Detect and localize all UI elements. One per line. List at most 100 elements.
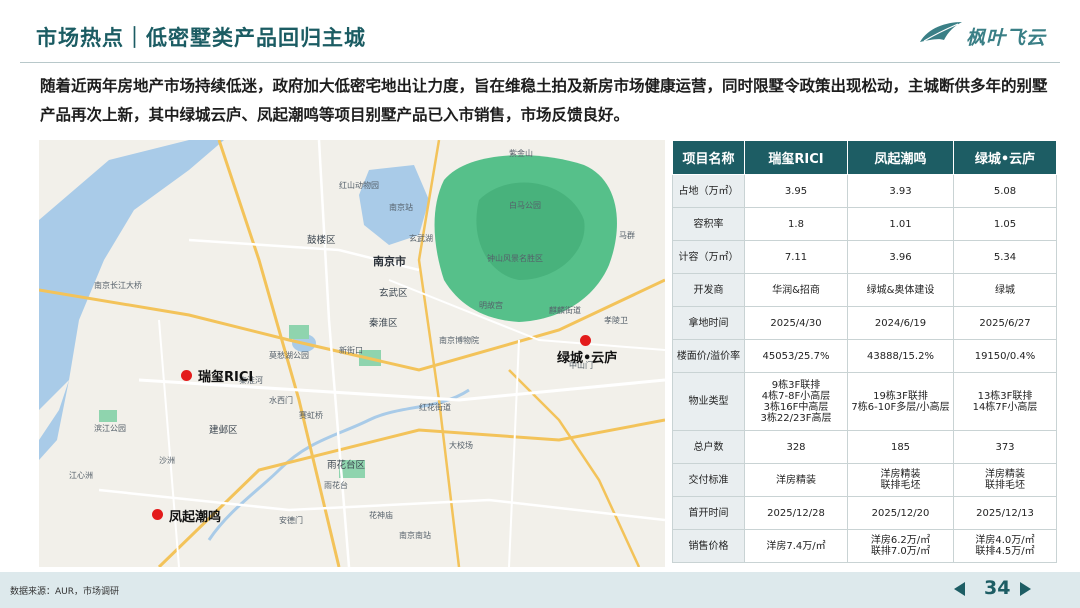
page-title: 市场热点｜低密墅类产品回归主城 bbox=[36, 26, 366, 50]
table-row-label: 总户数 bbox=[672, 430, 745, 464]
table-row: 计容（万㎡） 7.11 3.96 5.34 bbox=[672, 240, 1057, 274]
map-label-changjiang-bridge: 南京长江大桥 bbox=[94, 281, 142, 290]
table-cell: 绿城 bbox=[953, 273, 1057, 307]
table-row: 首开时间 2025/12/28 2025/12/20 2025/12/13 bbox=[672, 496, 1057, 530]
table-cell-line: 45053/25.7% bbox=[762, 350, 830, 362]
table-cell: 1.01 bbox=[847, 207, 954, 241]
table-cell-line: 联排毛坯 bbox=[880, 480, 921, 491]
map-label-xiaolingwei: 孝陵卫 bbox=[604, 316, 628, 325]
project-comparison-table: 项目名称 瑞玺RICI 凤起潮鸣 绿城•云庐 占地（万㎡） 3.95 3.93 5.0… bbox=[672, 140, 1057, 563]
map-label-gulou: 鼓楼区 bbox=[307, 235, 336, 246]
map-label-yuhua-park: 雨花台 bbox=[324, 481, 348, 490]
table-cell-line: 5.34 bbox=[993, 251, 1017, 263]
table-cell: 19栋3F联排 7栋6-10F多层/小高层 bbox=[847, 372, 954, 431]
table-cell-line: 2025/4/30 bbox=[770, 317, 822, 329]
table-cell-line: 3.93 bbox=[889, 185, 912, 197]
table-cell: 洋房精装 联排毛坯 bbox=[953, 463, 1057, 497]
table-row-label: 销售价格 bbox=[672, 529, 745, 563]
map-label-zhongshan: 钟山风景名胜区 bbox=[487, 254, 543, 263]
table-cell-line: 1.01 bbox=[889, 218, 912, 230]
table-row: 占地（万㎡） 3.95 3.93 5.08 bbox=[672, 174, 1057, 208]
table-cell-line: 7.11 bbox=[784, 251, 808, 263]
table-cell-line: 2024/6/19 bbox=[874, 317, 927, 329]
table-row-label: 首开时间 bbox=[672, 496, 745, 530]
table-header-row: 项目名称 瑞玺RICI 凤起潮鸣 绿城•云庐 bbox=[672, 140, 1057, 175]
table-cell: 2025/6/27 bbox=[953, 306, 1057, 340]
map-pin-label-fengqi: 凤起潮鸣 bbox=[169, 510, 222, 525]
table-cell: 5.34 bbox=[953, 240, 1057, 274]
table-row: 容积率 1.8 1.01 1.05 bbox=[672, 207, 1057, 241]
table-cell-line: 43888/15.2% bbox=[867, 350, 934, 362]
map-label-mochou: 莫愁湖公园 bbox=[269, 351, 309, 360]
table-cell-line: 14栋7F小高层 bbox=[972, 401, 1038, 413]
table-header-cell: 项目名称 bbox=[672, 140, 745, 175]
map-label-shazhou: 沙洲 bbox=[159, 456, 175, 465]
table-cell: 2025/12/13 bbox=[953, 496, 1057, 530]
map-label-nanjing-station: 南京站 bbox=[389, 203, 413, 212]
table-cell-line: 13栋3F联排 bbox=[977, 390, 1033, 402]
company-logo: 枫叶飞云 bbox=[918, 18, 1058, 52]
table-cell-line: 洋房6.2万/㎡ bbox=[870, 535, 931, 546]
next-page-icon[interactable] bbox=[1020, 582, 1031, 596]
map-label-nanjing-museum: 南京博物院 bbox=[439, 336, 479, 345]
table-cell-line: 2025/6/27 bbox=[979, 317, 1031, 329]
map-label-huashen: 花神庙 bbox=[369, 511, 393, 520]
table-row: 物业类型 9栋3F联排 4栋7-8F小高层 3栋16F中高层 3栋22/23F高层 19栋… bbox=[672, 372, 1057, 431]
table-cell-line: 联排毛坯 bbox=[985, 480, 1025, 491]
table-cell: 185 bbox=[847, 430, 954, 464]
map-label-jianye: 建邺区 bbox=[209, 425, 238, 436]
table-cell-line: 19150/0.4% bbox=[974, 350, 1036, 362]
map-pin-fengqi[interactable] bbox=[152, 509, 163, 520]
table-cell: 13栋3F联排 14栋7F小高层 bbox=[953, 372, 1057, 431]
table-cell-line: 洋房7.4万/㎡ bbox=[766, 540, 826, 552]
table-cell: 3.93 bbox=[847, 174, 954, 208]
map-label-baima: 白马公园 bbox=[509, 201, 541, 210]
map-pin-yunlu[interactable] bbox=[580, 335, 591, 346]
table-cell: 7.11 bbox=[744, 240, 848, 274]
table-cell-line: 373 bbox=[995, 441, 1015, 453]
table-cell-line: 3.95 bbox=[784, 185, 808, 197]
table-row-label: 拿地时间 bbox=[672, 306, 745, 340]
table-cell: 45053/25.7% bbox=[744, 339, 848, 373]
table-cell: 洋房精装 bbox=[744, 463, 848, 497]
table-cell-line: 3栋22/23F高层 bbox=[760, 412, 832, 424]
map-label-xinjiekou: 新街口 bbox=[339, 346, 363, 355]
table-row-label: 容积率 bbox=[672, 207, 745, 241]
prev-page-icon[interactable] bbox=[954, 582, 965, 596]
slide-header: 市场热点｜低密墅类产品回归主城 枫叶飞云 bbox=[0, 0, 1080, 60]
map-label-andemen: 安德门 bbox=[279, 516, 303, 525]
map-label-qinhuai: 秦淮区 bbox=[369, 318, 398, 329]
table-cell-line: 4栋7-8F小高层 bbox=[761, 390, 831, 402]
map-label-saihongqiao: 赛虹桥 bbox=[299, 411, 323, 420]
table-row: 拿地时间 2025/4/30 2024/6/19 2025/6/27 bbox=[672, 306, 1057, 340]
table-cell-line: 华润&招商 bbox=[772, 284, 820, 296]
table-cell-line: 洋房4.0万/㎡ bbox=[975, 535, 1035, 546]
map-label-ruanjian: 红花街道 bbox=[419, 403, 451, 412]
data-source: 数据来源：AUR，市场调研 bbox=[10, 587, 119, 597]
table-cell: 3.95 bbox=[744, 174, 848, 208]
table-cell-line: 1.8 bbox=[788, 218, 804, 230]
map-label-xuanwu: 玄武区 bbox=[379, 288, 408, 299]
table-row-label: 物业类型 bbox=[672, 372, 745, 431]
maple-leaf-icon bbox=[920, 22, 962, 42]
map-label-shuiximen: 水西门 bbox=[269, 396, 293, 405]
table-cell: 3.96 bbox=[847, 240, 954, 274]
table-cell: 1.8 bbox=[744, 207, 848, 241]
map-pin-ruixi[interactable] bbox=[181, 370, 192, 381]
table-cell: 43888/15.2% bbox=[847, 339, 954, 373]
table-row-label: 交付标准 bbox=[672, 463, 745, 497]
table-cell: 19150/0.4% bbox=[953, 339, 1057, 373]
map-label-zijin: 紫金山 bbox=[509, 149, 533, 158]
table-cell: 洋房7.4万/㎡ bbox=[744, 529, 848, 563]
table-row: 开发商 华润&招商 绿城&奥体建设 绿城 bbox=[672, 273, 1057, 307]
map-pin-label-ruixi: 瑞玺RICI bbox=[198, 370, 254, 385]
map-label-ming-palace: 明故宫 bbox=[479, 301, 503, 310]
table-cell-line: 185 bbox=[890, 441, 911, 453]
table-cell-line: 19栋3F联排 bbox=[873, 390, 928, 402]
map-label-maqun: 马群 bbox=[619, 231, 635, 240]
map-label-jiangxinzhou: 江心洲 bbox=[69, 471, 93, 480]
table-cell: 328 bbox=[744, 430, 848, 464]
table-row: 总户数 328 185 373 bbox=[672, 430, 1057, 464]
table-cell: 1.05 bbox=[953, 207, 1057, 241]
slide-footer: 数据来源：AUR，市场调研 34 bbox=[0, 572, 1080, 608]
